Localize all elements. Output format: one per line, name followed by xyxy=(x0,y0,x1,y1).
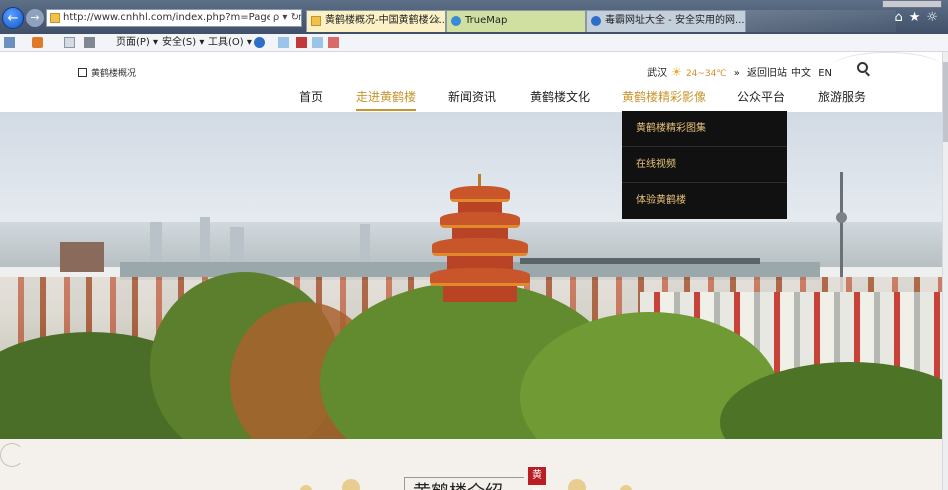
decorative-ornament xyxy=(620,485,632,490)
nav-public-platform[interactable]: 公众平台 xyxy=(737,88,785,105)
temperature: 24~34℃ xyxy=(685,69,727,79)
nav-culture[interactable]: 黄鹤楼文化 xyxy=(530,88,590,105)
window-controls[interactable] xyxy=(882,0,942,8)
skyline-building xyxy=(230,227,244,267)
logo-icon xyxy=(78,68,87,77)
tab-truemap[interactable]: TrueMap xyxy=(446,10,586,32)
brand-text: 黄鹤楼概况 xyxy=(91,69,137,79)
tab-label: TrueMap xyxy=(465,15,508,26)
page-menu[interactable]: 页面(P) ▾ xyxy=(116,34,158,51)
tower-tier xyxy=(430,268,530,286)
decorative-curl xyxy=(0,443,24,467)
print-icon[interactable] xyxy=(84,37,95,48)
forward-button[interactable]: → xyxy=(26,9,44,27)
tab-label: 黄鹤楼概况-中国黄鹤楼公... xyxy=(325,15,446,26)
search-icon xyxy=(857,62,868,73)
page-scrollbar[interactable] xyxy=(942,52,948,490)
tab-cnhhl[interactable]: 黄鹤楼概况-中国黄鹤楼公... × xyxy=(306,10,446,32)
onenote-icon[interactable] xyxy=(296,37,307,48)
settings-icon[interactable] xyxy=(312,37,323,48)
red-seal-stamp: 黄鹤 xyxy=(528,467,546,490)
lang-en-link[interactable]: EN xyxy=(818,68,832,79)
brand[interactable]: 黄鹤楼概况 xyxy=(78,66,136,79)
main-nav: 首页 走进黄鹤楼 新闻资讯 黄鹤楼文化 黄鹤楼精彩影像 公众平台 旅游服务 xyxy=(0,88,948,111)
hero-banner[interactable] xyxy=(0,112,942,439)
tab-favicon-icon xyxy=(311,16,321,26)
nav-gallery[interactable]: 黄鹤楼精彩影像 xyxy=(622,88,706,105)
ie-icon xyxy=(451,16,461,26)
top-utility-bar: 武汉 ☀ 24~34℃ » 返回旧站 中文 EN xyxy=(643,64,868,79)
tower-tier xyxy=(440,212,520,228)
more-chevrons: » xyxy=(733,68,740,79)
tab-label: 毒霸网址大全 - 安全实用的网... xyxy=(605,15,745,26)
help-icon[interactable] xyxy=(254,37,265,48)
address-controls[interactable]: ρ ▾ ↻ xyxy=(269,10,299,26)
address-url: http://www.cnhhl.com/index.php?m=Page&a=… xyxy=(63,12,302,23)
tab-close-icon[interactable]: × xyxy=(433,11,441,31)
skyline-building xyxy=(360,224,370,267)
command-bar: 页面(P) ▾ 安全(S) ▾ 工具(O) ▾ xyxy=(0,34,948,52)
home-favorites-tools-icons[interactable]: ⌂★☼ xyxy=(894,10,944,25)
lang-cn-link[interactable]: 中文 xyxy=(791,68,811,79)
duba-icon xyxy=(591,16,601,26)
intro-section: 黄鹤楼介绍 黄鹤 xyxy=(0,439,942,490)
search-button[interactable] xyxy=(838,61,868,77)
yellow-crane-tower xyxy=(430,174,530,302)
old-site-link[interactable]: 返回旧站 xyxy=(747,68,787,79)
browser-titlebar: ← → http://www.cnhhl.com/index.php?m=Pag… xyxy=(0,0,948,34)
tower-body xyxy=(443,286,517,302)
new-tab-area[interactable] xyxy=(746,10,896,32)
site-favicon-icon xyxy=(50,13,60,23)
decorative-ornament xyxy=(342,479,360,490)
decorative-ornament xyxy=(300,485,312,490)
menu-item-experience[interactable]: 体验黄鹤楼 xyxy=(622,183,787,219)
scrollbar-thumb[interactable] xyxy=(943,62,948,142)
nav-about[interactable]: 走进黄鹤楼 xyxy=(356,88,417,111)
menu-item-photo-gallery[interactable]: 黄鹤楼精彩图集 xyxy=(622,111,787,147)
extension-icon[interactable] xyxy=(328,37,339,48)
nav-active-underline xyxy=(356,109,417,111)
tools-menu[interactable]: 工具(O) ▾ xyxy=(208,34,252,51)
menu-item-online-video[interactable]: 在线视频 xyxy=(622,147,787,183)
nav-travel-service[interactable]: 旅游服务 xyxy=(818,88,866,105)
back-button[interactable]: ← xyxy=(2,7,24,29)
tower-tier xyxy=(432,238,528,256)
mail-icon[interactable] xyxy=(64,37,75,48)
home-icon[interactable] xyxy=(4,37,15,48)
section-heading: 黄鹤楼介绍 xyxy=(404,477,524,490)
site-header: 黄鹤楼概况 武汉 ☀ 24~34℃ » 返回旧站 中文 EN 首页 走进黄鹤楼 新闻资… xyxy=(0,52,948,112)
safety-menu[interactable]: 安全(S) ▾ xyxy=(162,34,204,51)
addon-icon[interactable] xyxy=(278,37,289,48)
nav-news[interactable]: 新闻资讯 xyxy=(448,88,496,105)
yangtze-bridge xyxy=(520,258,760,264)
gallery-dropdown-menu: 黄鹤楼精彩图集 在线视频 体验黄鹤楼 xyxy=(622,111,787,219)
address-bar[interactable]: http://www.cnhhl.com/index.php?m=Page&a=… xyxy=(46,9,302,27)
skyline-building xyxy=(150,222,162,267)
city-name: 武汉 xyxy=(647,68,668,79)
tower-tier xyxy=(450,186,510,202)
decorative-ornament xyxy=(568,479,586,490)
feeds-icon[interactable] xyxy=(32,37,43,48)
tab-duba[interactable]: 毒霸网址大全 - 安全实用的网... xyxy=(586,10,746,32)
nav-home[interactable]: 首页 xyxy=(299,88,323,105)
tv-tower xyxy=(836,172,847,292)
skyline-building xyxy=(200,217,210,267)
nav-about-label: 走进黄鹤楼 xyxy=(356,90,417,104)
skyline-building xyxy=(60,242,104,272)
sun-cloud-icon: ☀ xyxy=(671,65,682,79)
